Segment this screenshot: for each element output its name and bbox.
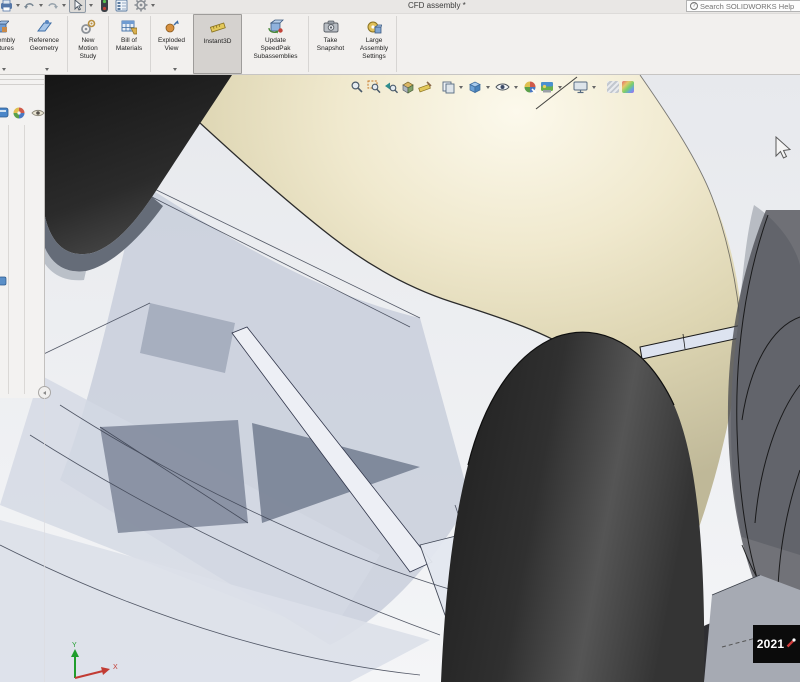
quick-access-toolbar: [0, 0, 158, 13]
instant3d-icon: [209, 19, 227, 37]
feature-manager-panel: [0, 75, 45, 398]
view-orientation-icon[interactable]: [441, 80, 455, 94]
viewport-3d-scene[interactable]: Y X: [0, 75, 800, 682]
feature-tree-tab-icon[interactable]: [0, 106, 10, 125]
display-manager-tab-icon[interactable]: [12, 106, 26, 125]
panel-divider: [0, 84, 44, 85]
select-cursor-icon[interactable]: [69, 0, 86, 13]
feature-manager-tabs: [0, 106, 45, 125]
zoom-to-area-icon[interactable]: [367, 80, 381, 94]
caret-down-icon[interactable]: [39, 4, 43, 7]
reference-geometry-button[interactable]: Reference Geometry: [20, 14, 68, 74]
redo-icon[interactable]: [46, 0, 59, 12]
hide-show-tab-icon[interactable]: [31, 106, 45, 125]
caret-down-icon[interactable]: [558, 86, 562, 89]
search-input[interactable]: [700, 2, 800, 11]
scene-swatch-icon[interactable]: [622, 81, 634, 93]
update-speedpak-icon: [268, 18, 284, 36]
instant3d-button[interactable]: Instant3D: [193, 14, 242, 74]
take-snapshot-icon: [323, 18, 339, 36]
edit-appearance-icon[interactable]: [523, 80, 537, 94]
hide-show-items-icon[interactable]: [495, 80, 510, 94]
caret-down-icon[interactable]: [62, 4, 66, 7]
dynamic-annotation-icon[interactable]: [418, 80, 432, 94]
view-settings-icon[interactable]: [573, 80, 588, 94]
panel-divider: [24, 125, 25, 394]
properties-icon[interactable]: [115, 0, 128, 12]
assembly-features-icon: [0, 18, 9, 36]
reference-geometry-icon: [36, 18, 52, 36]
caret-down-icon: [2, 68, 6, 71]
window-title: CFD assembly *: [408, 1, 466, 10]
toolbar-separator: [396, 16, 397, 72]
tree-item-icon: [0, 273, 7, 291]
previous-view-icon[interactable]: [384, 80, 398, 94]
apply-scene-icon[interactable]: [540, 80, 554, 94]
heads-up-view-toolbar: [348, 78, 635, 96]
toolbar-separator: [308, 16, 309, 72]
large-assembly-settings-button[interactable]: Large Assembly Settings: [352, 14, 396, 74]
panel-divider: [8, 125, 9, 394]
caret-down-icon[interactable]: [151, 4, 155, 7]
zoom-to-fit-icon[interactable]: [350, 80, 364, 94]
options-gear-icon[interactable]: [134, 0, 148, 12]
solidworks-window: CFD assembly * ? Assembly Features Refer…: [0, 0, 800, 682]
print-icon[interactable]: [0, 0, 13, 12]
svg-text:X: X: [113, 664, 118, 671]
help-search-box[interactable]: ?: [686, 0, 800, 12]
section-view-icon[interactable]: [401, 80, 415, 94]
caret-down-icon[interactable]: [16, 4, 20, 7]
panel-divider: [0, 79, 44, 80]
edrawings-icon[interactable]: [100, 0, 109, 12]
caret-down-icon[interactable]: [459, 86, 463, 89]
realview-swatch-icon[interactable]: [607, 81, 619, 93]
exploded-view-button[interactable]: Exploded View: [150, 14, 193, 74]
graphics-viewport[interactable]: Y X: [0, 75, 800, 682]
caret-down-icon[interactable]: [592, 86, 596, 89]
watermark-brush-icon: [786, 635, 796, 653]
caret-down-icon: [45, 68, 49, 71]
caret-down-icon[interactable]: [89, 4, 93, 7]
new-motion-study-button[interactable]: New Motion Study: [68, 14, 108, 74]
toolbar-separator: [150, 16, 151, 72]
panel-edge-line: [44, 398, 45, 682]
caret-down-icon: [173, 68, 177, 71]
watermark-year: 2021: [757, 637, 785, 651]
toolbar-separator: [108, 16, 109, 72]
bill-of-materials-button[interactable]: Bill of Materials: [108, 14, 150, 74]
title-bar: CFD assembly * ?: [0, 0, 800, 13]
toolbar-separator: [67, 16, 68, 72]
large-assembly-settings-icon: [366, 18, 382, 36]
exploded-view-icon: [164, 18, 180, 36]
help-circle-icon: ?: [690, 2, 698, 10]
caret-down-icon[interactable]: [486, 86, 490, 89]
update-speedpak-button[interactable]: Update SpeedPak Subassemblies: [242, 14, 309, 74]
motion-study-icon: [80, 18, 96, 36]
bill-of-materials-icon: [121, 18, 137, 36]
command-manager: Assembly Features Reference Geometry New…: [0, 13, 800, 75]
undo-icon[interactable]: [23, 0, 36, 12]
display-style-icon[interactable]: [468, 80, 482, 94]
watermark-badge: 2021: [753, 625, 800, 663]
svg-text:Y: Y: [72, 642, 77, 649]
caret-down-icon[interactable]: [514, 86, 518, 89]
take-snapshot-button[interactable]: Take Snapshot: [309, 14, 352, 74]
